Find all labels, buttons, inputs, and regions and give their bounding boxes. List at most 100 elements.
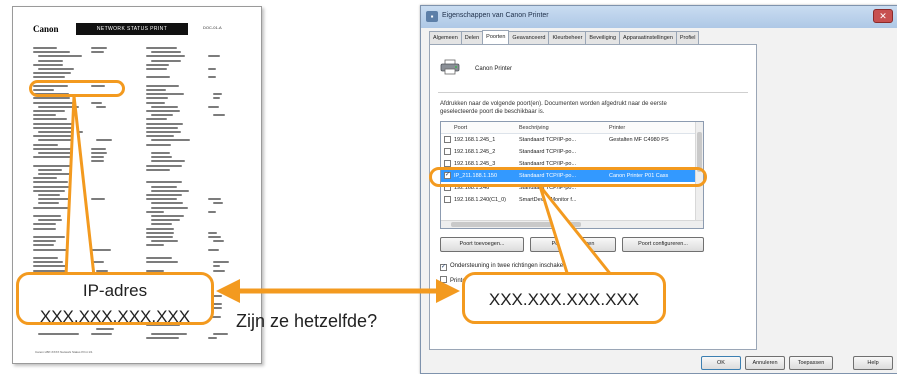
printout-text-line [213,265,221,268]
printout-text-line [213,114,226,117]
printout-text-line [33,97,71,100]
status-page-banner: NETWORK STATUS PRINT [76,23,188,35]
printout-text-line [146,261,178,264]
tab-device-settings[interactable]: Apparaatinstellingen [619,31,677,44]
printout-text-line [38,332,79,335]
printout-text-line [151,105,178,108]
printout-ip-label: IP-adres [82,281,148,300]
printout-text-line [38,68,74,70]
printout-text-line [208,198,222,201]
ports-list-header: Poort Beschrijving Printer [441,122,703,134]
bidirectional-checkbox[interactable]: ✓ Ondersteuning in twee richtingen inscha… [440,263,571,271]
printout-text-line [208,231,218,234]
printout-text-line [38,202,59,205]
printout-text-line [33,257,58,259]
delete-port-button[interactable]: Poort verwijderen [530,237,616,252]
configure-port-button[interactable]: Poort configureren... [622,237,704,252]
help-button[interactable]: Help [853,356,893,370]
ok-button[interactable]: OK [701,356,741,370]
printout-text-line [38,139,76,142]
printout-text-line [146,89,166,91]
printout-text-line [33,147,75,150]
printout-text-line [33,265,70,268]
ip-address-highlight-printout [29,80,125,97]
printout-text-line [213,202,223,205]
printout-text-line [146,236,174,238]
tab-general[interactable]: Algemeen [429,31,462,44]
printout-text-line [151,51,182,54]
printout-text-line [213,97,221,100]
printout-text-line [33,101,76,104]
port-row[interactable]: 192.168.1.240(C1_0) SmartDeviceMonitor f… [441,194,703,206]
printout-text-line [208,210,216,213]
printout-text-line [146,47,177,49]
tab-ports[interactable]: Poorten [482,30,510,44]
printout-text-line [146,55,186,58]
printout-text-line [33,126,74,129]
printout-text-line [151,332,187,335]
printout-text-line [213,307,222,310]
printout-text-line [91,248,111,251]
printout-text-line [33,143,59,146]
printout-text-line [33,181,68,184]
printout-text-line [38,173,82,175]
printout-text-line [33,189,66,192]
printout-text-line [146,118,167,121]
printout-text-line [146,101,166,104]
port-row[interactable]: 192.168.1.245_1 Standaard TCP/IP-po... G… [441,134,703,146]
printout-text-line [33,261,64,264]
printout-text-line [146,126,178,129]
column-description[interactable]: Beschrijving [519,125,549,131]
port-description: Standaard TCP/IP-po... [519,149,577,155]
printout-text-line [146,164,182,167]
printout-text-line [33,223,56,226]
dialog-titlebar: ▪ Eigenschappen van Canon Printer ✕ [421,6,897,28]
tab-security[interactable]: Beveiliging [585,31,621,44]
printout-text-line [96,105,106,108]
printout-text-line [208,55,221,58]
printout-text-line [38,59,63,62]
printout-text-line [208,68,216,70]
printout-text-line [38,219,62,222]
printout-text-line [91,156,104,159]
column-printer[interactable]: Printer [609,125,625,131]
port-name: 192.168.1.240(C1_0) [454,197,506,203]
checkbox-checked[interactable]: ✓ [440,264,447,271]
tab-sharing[interactable]: Delen [460,31,484,44]
ports-horizontal-scrollbar[interactable] [441,220,703,228]
checkbox-unchecked[interactable] [440,276,447,283]
add-port-button[interactable]: Poort toevoegen... [440,237,524,252]
printout-text-line [151,206,188,209]
printout-text-line [146,198,177,201]
printout-text-line [146,63,170,66]
printer-name: Canon Printer [475,66,513,72]
status-page-footer: Canon LBP-XXXX Network Status Print 1/1 [35,350,93,354]
printout-text-line [151,156,172,159]
column-port[interactable]: Poort [454,125,467,131]
printout-text-line [33,164,77,167]
port-checkbox[interactable] [444,196,451,203]
port-checkbox[interactable] [444,160,451,167]
port-row[interactable]: 192.168.1.245_2 Standaard TCP/IP-po... [441,146,703,158]
printout-text-line [208,336,217,339]
dialog-ip-value: XXX.XXX.XXX.XXX [488,290,640,309]
printout-text-line [146,84,180,87]
printout-text-line [91,101,102,104]
close-button[interactable]: ✕ [873,9,893,23]
printout-text-line [213,332,228,335]
printout-text-line [151,139,191,142]
port-checkbox[interactable] [444,148,451,155]
port-checkbox[interactable] [444,136,451,143]
cancel-button[interactable]: Annuleren [745,356,785,370]
printout-text-line [146,131,181,133]
printout-text-line [33,122,77,125]
printout-text-line [151,202,183,205]
apply-button[interactable]: Toepassen [789,356,833,370]
tab-profile[interactable]: Profiel [675,31,700,44]
printout-ip-callout: IP-adres XXX.XXX.XXX.XXX [16,272,214,326]
printout-text-line [208,105,219,108]
tab-color-management[interactable]: Kleurbeheer [548,31,587,44]
printout-text-line [33,76,65,79]
port-printer: Gestalten MF C4980 PS [609,137,669,143]
tab-advanced[interactable]: Geavanceerd [508,31,550,44]
